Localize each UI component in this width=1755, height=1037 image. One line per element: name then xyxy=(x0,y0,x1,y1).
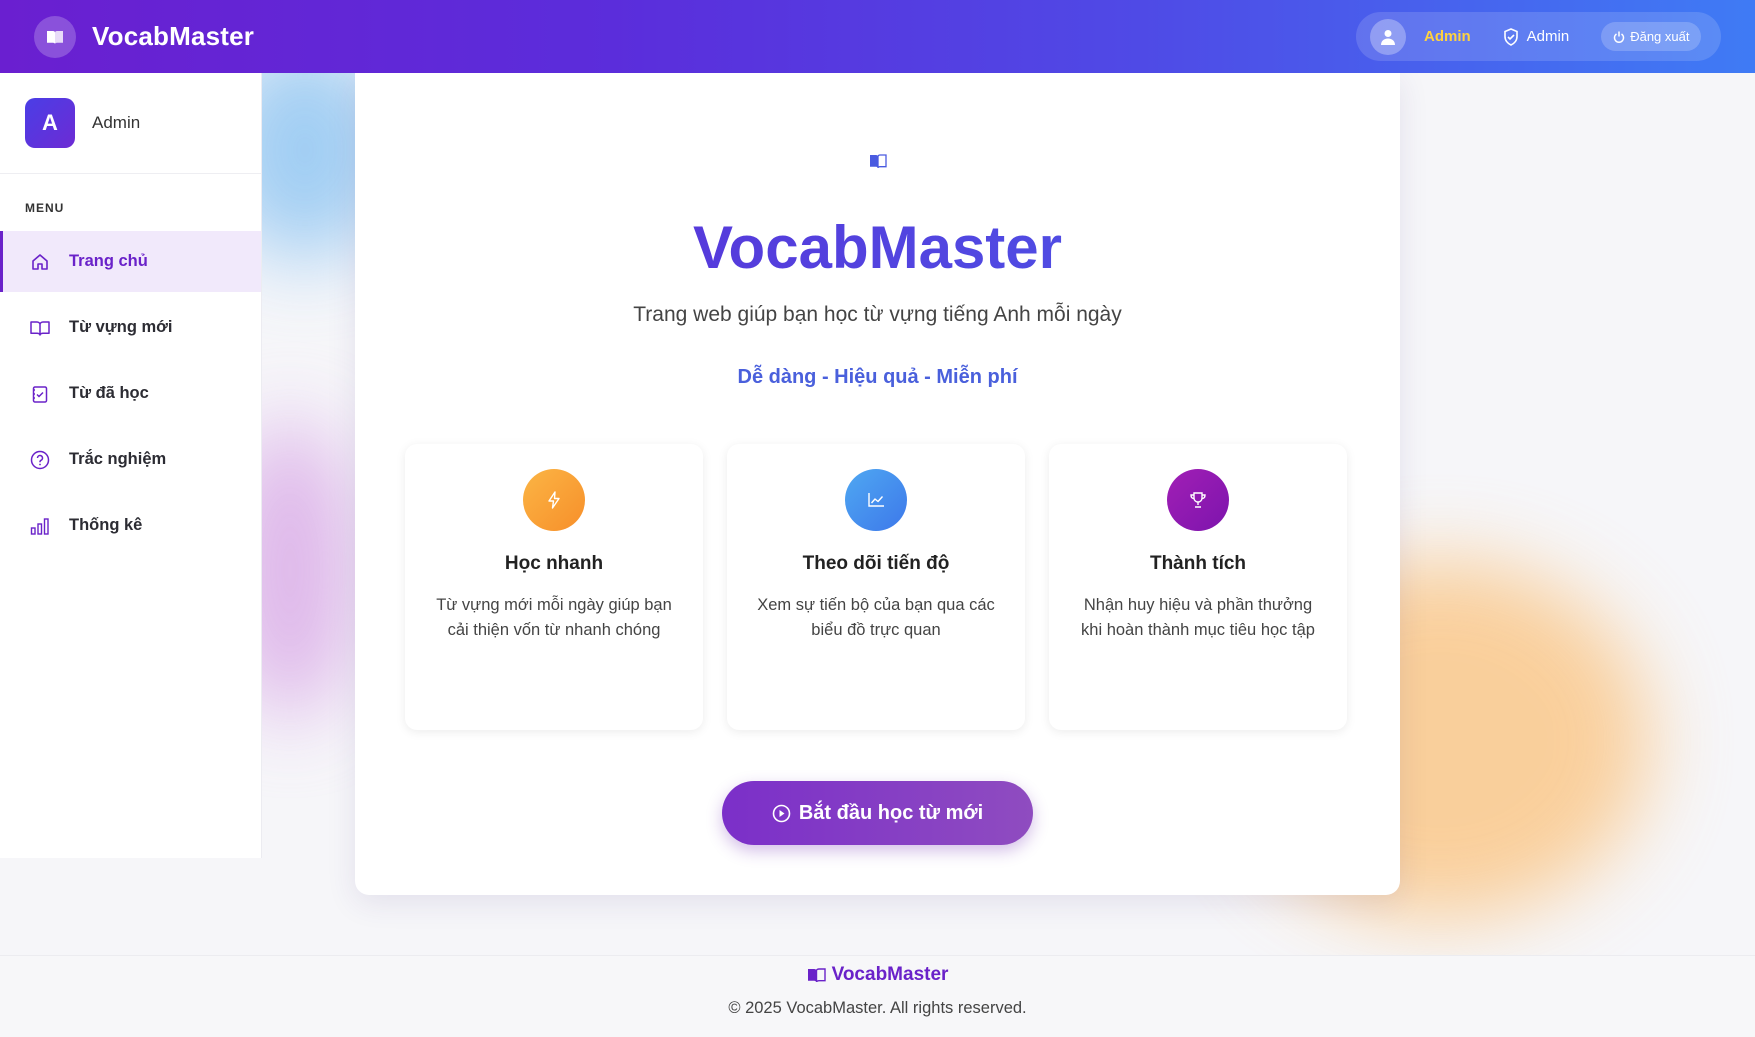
logout-label: Đăng xuất xyxy=(1630,29,1690,44)
book-icon xyxy=(807,968,826,983)
footer-brand-label: VocabMaster xyxy=(831,964,949,985)
sidebar-user: A Admin xyxy=(0,73,261,174)
footer-copyright: © 2025 VocabMaster. All rights reserved. xyxy=(728,999,1027,1017)
feature-card-progress: Theo dõi tiến độ Xem sự tiến bộ của bạn … xyxy=(727,444,1025,730)
user-panel: Admin Admin Đăng xuất xyxy=(1356,12,1721,61)
sidebar-username: Admin xyxy=(92,113,141,132)
sidebar-item-quiz[interactable]: Trắc nghiệm xyxy=(0,429,261,490)
feature-card-achievements: Thành tích Nhận huy hiệu và phần thưởng … xyxy=(1049,444,1347,730)
sidebar-item-new-words[interactable]: Từ vựng mới xyxy=(0,297,261,358)
start-learning-button[interactable]: Bắt đầu học từ mới xyxy=(722,781,1033,845)
chart-line-icon xyxy=(845,469,907,531)
feature-description: Từ vựng mới mỗi ngày giúp bạn cải thiện … xyxy=(436,596,672,639)
checklist-icon xyxy=(30,384,50,404)
power-icon xyxy=(1614,31,1625,43)
sidebar-item-stats[interactable]: Thống kê xyxy=(0,495,261,556)
sidebar-item-label: Từ vựng mới xyxy=(69,318,173,336)
hero-subtitle: Trang web giúp bạn học từ vựng tiếng Anh… xyxy=(633,303,1122,326)
role-label: Admin xyxy=(1526,28,1570,45)
feature-description: Xem sự tiến bộ của bạn qua các biểu đồ t… xyxy=(757,596,995,639)
question-icon xyxy=(30,450,50,470)
hero-title: VocabMaster xyxy=(355,213,1400,282)
feature-title: Theo dõi tiến độ xyxy=(802,553,950,574)
sidebar-menu: Trang chủ Từ vựng mới Từ đã học Trắc ngh… xyxy=(0,231,261,556)
logout-button[interactable]: Đăng xuất xyxy=(1601,22,1702,51)
footer: VocabMaster © 2025 VocabMaster. All righ… xyxy=(0,955,1755,1037)
shield-icon xyxy=(1503,27,1518,46)
start-learning-label: Bắt đầu học từ mới xyxy=(798,801,984,824)
menu-heading: MENU xyxy=(25,201,65,215)
role-badge: Admin xyxy=(1503,27,1570,46)
home-icon xyxy=(30,252,50,272)
feature-title: Thành tích xyxy=(1149,553,1247,574)
hero-tagline: Dễ dàng - Hiệu quả - Miễn phí xyxy=(737,366,1018,388)
avatar[interactable]: A xyxy=(25,98,75,148)
sidebar-item-label: Thống kê xyxy=(69,516,143,534)
book-icon xyxy=(355,153,1400,169)
sidebar-item-label: Từ đã học xyxy=(69,384,149,402)
play-circle-icon xyxy=(772,804,791,822)
user-avatar-icon[interactable] xyxy=(1370,18,1406,55)
bar-chart-icon xyxy=(30,516,50,536)
bolt-icon xyxy=(523,469,585,531)
sidebar: A Admin MENU Trang chủ Từ vựng mới Từ đã… xyxy=(0,73,262,858)
sidebar-item-learned-words[interactable]: Từ đã học xyxy=(0,363,261,424)
brand-title[interactable]: VocabMaster xyxy=(92,21,254,52)
feature-title: Học nhanh xyxy=(504,553,604,574)
hero-card: VocabMaster Trang web giúp bạn học từ vự… xyxy=(355,73,1400,895)
sidebar-item-label: Trang chủ xyxy=(69,252,148,270)
header-username[interactable]: Admin xyxy=(1424,28,1471,45)
feature-description: Nhận huy hiệu và phần thưởng khi hoàn th… xyxy=(1081,596,1315,639)
top-navbar: VocabMaster Admin Admin Đăng xuất xyxy=(0,0,1755,73)
book-logo-icon[interactable] xyxy=(34,15,76,58)
feature-list: Học nhanh Từ vựng mới mỗi ngày giúp bạn … xyxy=(405,444,1347,730)
footer-brand[interactable]: VocabMaster xyxy=(0,964,1755,986)
sidebar-item-home[interactable]: Trang chủ xyxy=(0,231,261,292)
feature-card-fast-learning: Học nhanh Từ vựng mới mỗi ngày giúp bạn … xyxy=(405,444,703,730)
book-icon xyxy=(30,318,50,338)
trophy-icon xyxy=(1167,469,1229,531)
sidebar-item-label: Trắc nghiệm xyxy=(69,450,167,468)
